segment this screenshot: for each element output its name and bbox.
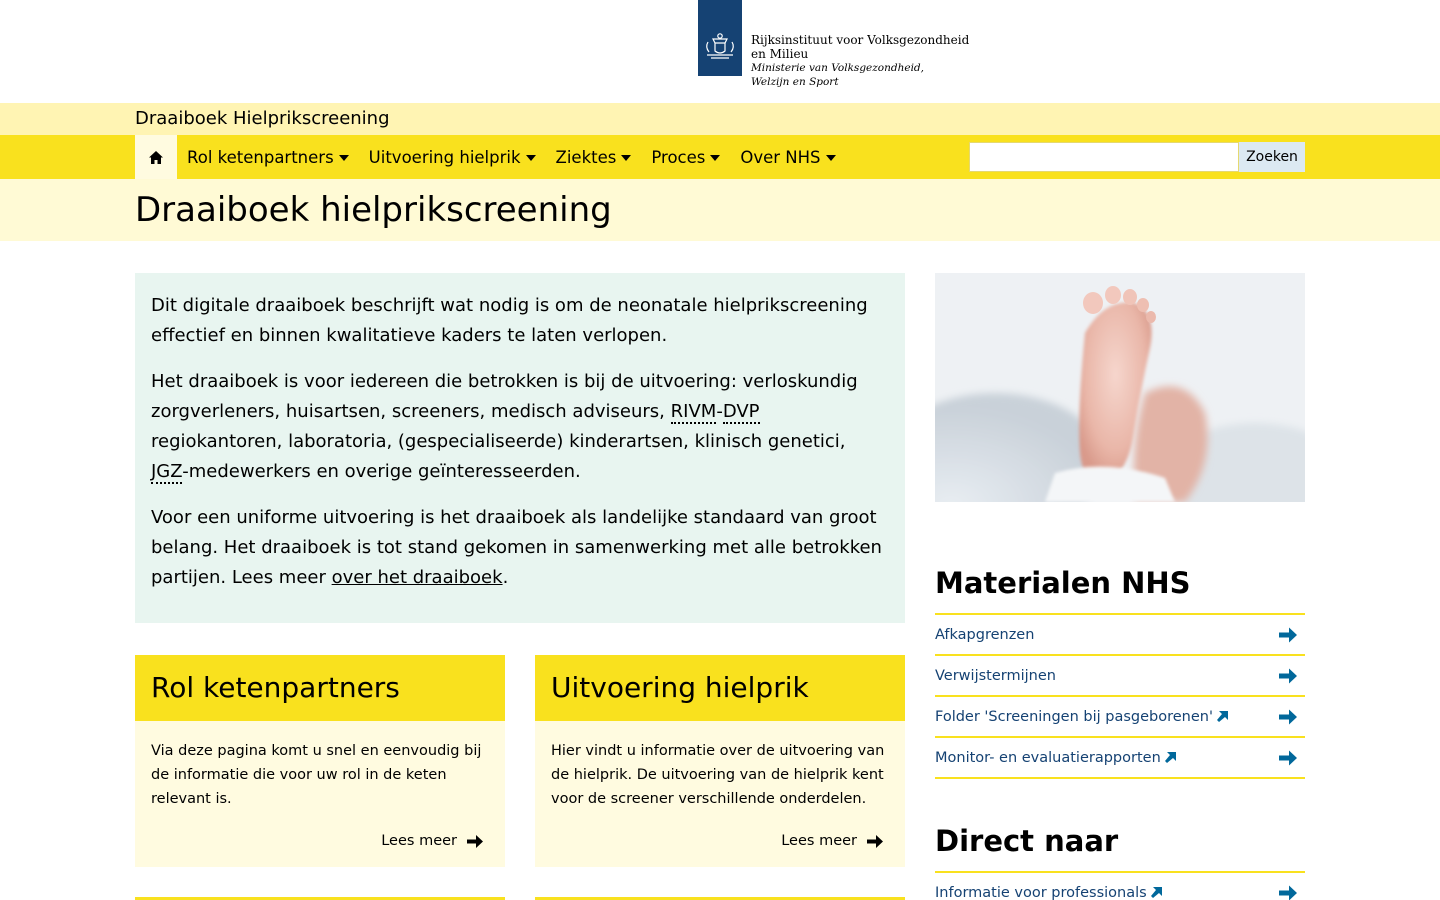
card-title[interactable]: Rol ketenpartners bbox=[135, 655, 505, 721]
organisation-name: Rijksinstituut voor Volksgezondheid en M… bbox=[751, 33, 969, 89]
external-link-icon bbox=[1150, 887, 1162, 898]
search-form: Zoeken bbox=[969, 142, 1305, 172]
page-title-band: Draaiboek hielprikscreening bbox=[0, 179, 1440, 241]
nav-home-button[interactable] bbox=[135, 135, 177, 179]
org-line-1: Rijksinstituut voor Volksgezondheid bbox=[751, 33, 970, 47]
lees-meer-label: Lees meer bbox=[781, 833, 857, 849]
site-title[interactable]: Draaiboek Hielprikscreening bbox=[135, 103, 1305, 135]
card-text: Hier vindt u informatie over de uitvoeri… bbox=[551, 743, 885, 807]
materialen-list: Afkapgrenzen Verwijstermijnen Folder 'Sc… bbox=[935, 613, 1305, 779]
nav-item-proces[interactable]: Proces bbox=[641, 135, 730, 179]
search-button[interactable]: Zoeken bbox=[1239, 142, 1305, 172]
intro-text: -medewerkers en overige geïnteresseerden… bbox=[182, 461, 581, 482]
rijksoverheid-logo[interactable] bbox=[698, 0, 742, 76]
intro-paragraph-2: Het draaiboek is voor iedereen die betro… bbox=[151, 367, 889, 487]
arrow-right-icon bbox=[467, 834, 483, 848]
chevron-down-icon bbox=[621, 155, 632, 161]
nav-item-rol-ketenpartners[interactable]: Rol ketenpartners bbox=[177, 135, 359, 179]
abbr-dvp[interactable]: DVP bbox=[722, 401, 760, 424]
list-item-informatie-professionals[interactable]: Informatie voor professionals bbox=[935, 873, 1305, 900]
header-logo-bar: Rijksinstituut voor Volksgezondheid en M… bbox=[0, 0, 1440, 103]
chevron-down-icon bbox=[338, 155, 349, 161]
direct-naar-heading: Direct naar bbox=[935, 824, 1119, 858]
card-title[interactable]: Uitvoering hielprik bbox=[535, 655, 905, 721]
intro-text: regiokantoren, laboratoria, (gespecialis… bbox=[151, 431, 846, 452]
nav-item-label: Ziektes bbox=[555, 147, 617, 167]
over-het-draaiboek-link[interactable]: over het draaiboek bbox=[332, 567, 503, 588]
external-link-icon bbox=[1164, 752, 1176, 763]
link-label: Informatie voor professionals bbox=[935, 884, 1147, 900]
materialen-heading: Materialen NHS bbox=[935, 566, 1191, 600]
baby-foot-photo bbox=[935, 273, 1305, 502]
nav-item-label: Uitvoering hielprik bbox=[368, 147, 521, 167]
abbr-rivm[interactable]: RIVM bbox=[670, 401, 717, 424]
lees-meer-link[interactable]: Lees meer bbox=[781, 833, 883, 849]
direct-naar-list: Informatie voor professionals bbox=[935, 871, 1305, 900]
abbr-jgz[interactable]: JGZ bbox=[151, 461, 183, 484]
list-item-afkapgrenzen[interactable]: Afkapgrenzen bbox=[935, 615, 1305, 656]
baby-foot-image bbox=[935, 273, 1305, 502]
ministry-line-2: Welzijn en Sport bbox=[751, 76, 839, 88]
intro-text: - bbox=[716, 401, 723, 422]
link-label: Verwijstermijnen bbox=[935, 667, 1056, 684]
intro-block: Dit digitale draaiboek beschrijft wat no… bbox=[135, 273, 905, 623]
chevron-down-icon bbox=[525, 155, 536, 161]
intro-text: Voor een uniforme uitvoering is het draa… bbox=[151, 507, 882, 588]
list-item-folder-screeningen[interactable]: Folder 'Screeningen bij pasgeborenen' bbox=[935, 697, 1305, 738]
ministry-line-1: Ministerie van Volksgezondheid, bbox=[751, 62, 924, 74]
nav-item-over-nhs[interactable]: Over NHS bbox=[730, 135, 845, 179]
lees-meer-link[interactable]: Lees meer bbox=[381, 833, 483, 849]
nav-item-ziektes[interactable]: Ziektes bbox=[546, 135, 642, 179]
main-navigation: Rol ketenpartners Uitvoering hielprik Zi… bbox=[0, 135, 1440, 179]
arrow-right-icon bbox=[867, 834, 883, 848]
arrow-right-icon bbox=[1279, 750, 1297, 766]
arrow-right-icon bbox=[1279, 668, 1297, 684]
nav-item-label: Over NHS bbox=[740, 147, 821, 167]
direct-naar-section: Direct naar Informatie voor professional… bbox=[935, 821, 1305, 900]
crest-icon bbox=[706, 33, 734, 59]
search-input[interactable] bbox=[969, 142, 1239, 172]
link-label: Afkapgrenzen bbox=[935, 626, 1035, 643]
link-label: Folder 'Screeningen bij pasgeborenen' bbox=[935, 708, 1213, 725]
intro-paragraph-1: Dit digitale draaiboek beschrijft wat no… bbox=[151, 295, 868, 346]
nav-item-label: Rol ketenpartners bbox=[187, 147, 334, 167]
materialen-section: Materialen NHS Afkapgrenzen Verwijstermi… bbox=[935, 563, 1305, 779]
intro-paragraph-3: Voor een uniforme uitvoering is het draa… bbox=[151, 503, 889, 593]
intro-text: . bbox=[502, 567, 509, 588]
card-text: Via deze pagina komt u snel en eenvoudig… bbox=[151, 743, 482, 807]
arrow-right-icon bbox=[1279, 709, 1297, 725]
chevron-down-icon bbox=[710, 155, 721, 161]
list-item-monitor-rapporten[interactable]: Monitor- en evaluatierapporten bbox=[935, 738, 1305, 779]
site-title-band: Draaiboek Hielprikscreening bbox=[0, 103, 1440, 135]
card-rol-ketenpartners[interactable]: Rol ketenpartners Via deze pagina komt u… bbox=[135, 655, 505, 867]
arrow-right-icon bbox=[1279, 627, 1297, 643]
nav-item-uitvoering-hielprik[interactable]: Uitvoering hielprik bbox=[359, 135, 546, 179]
home-icon bbox=[149, 150, 163, 164]
link-label: Monitor- en evaluatierapporten bbox=[935, 749, 1161, 766]
list-item-verwijstermijnen[interactable]: Verwijstermijnen bbox=[935, 656, 1305, 697]
nav-item-label: Proces bbox=[651, 147, 706, 167]
external-link-icon bbox=[1216, 711, 1228, 722]
lees-meer-label: Lees meer bbox=[381, 833, 457, 849]
chevron-down-icon bbox=[825, 155, 836, 161]
card-uitvoering-hielprik[interactable]: Uitvoering hielprik Hier vindt u informa… bbox=[535, 655, 905, 867]
org-line-2: en Milieu bbox=[751, 47, 809, 61]
page-title: Draaiboek hielprikscreening bbox=[135, 190, 612, 230]
arrow-right-icon bbox=[1279, 885, 1297, 900]
